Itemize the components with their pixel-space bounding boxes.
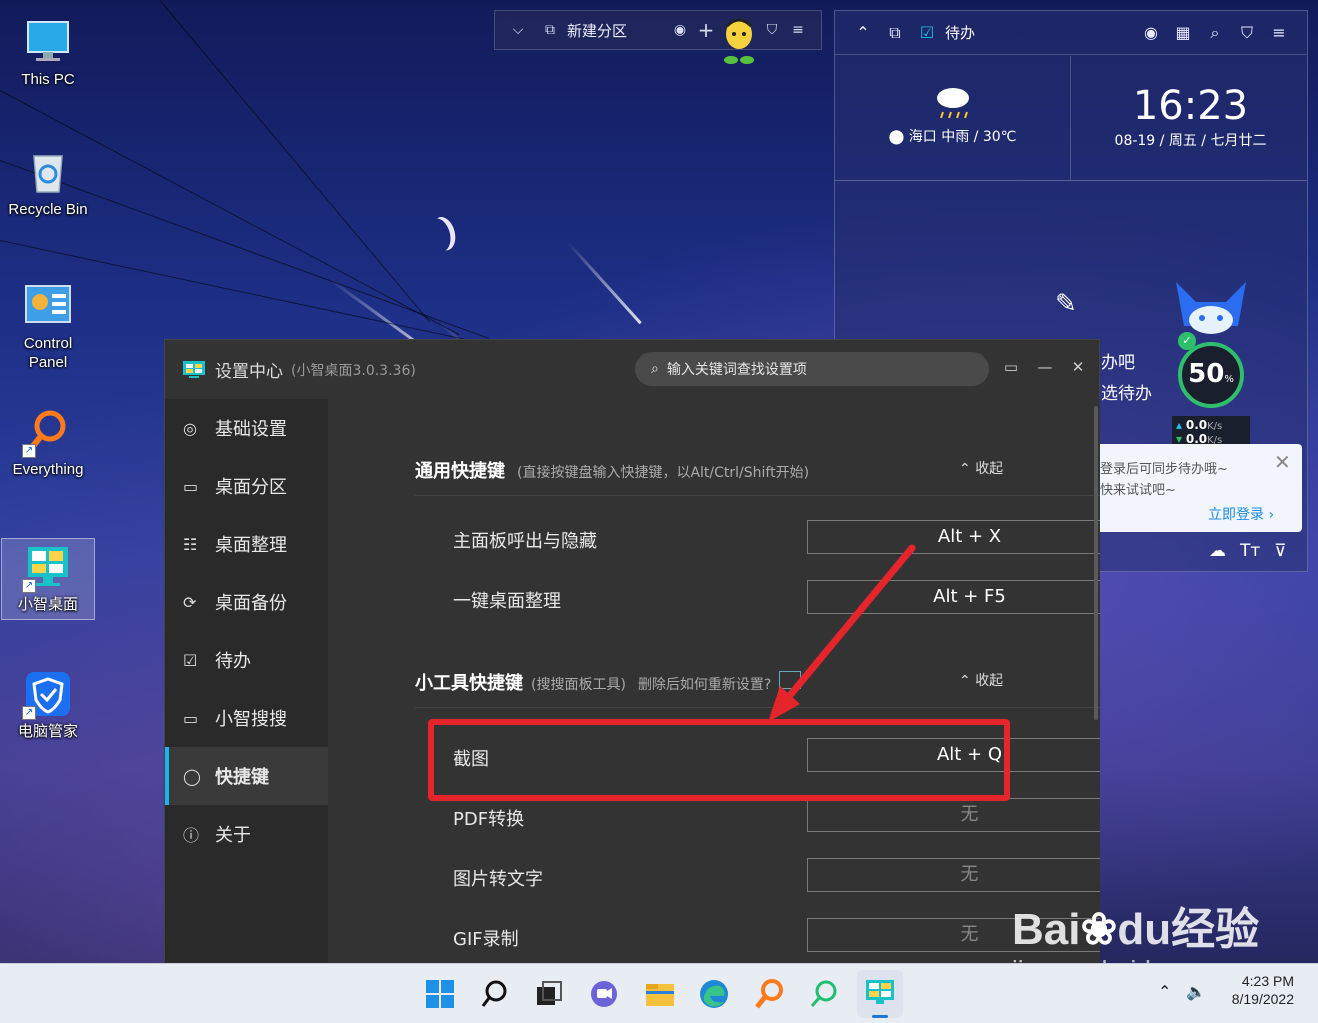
chevron-up-icon[interactable]: ⌃ xyxy=(1158,982,1171,1001)
active-app-indicator xyxy=(872,1015,888,1018)
taskbar: ⌃ 🔈 4:23 PM 8/19/2022 xyxy=(0,963,1318,1023)
search-tool-icon[interactable] xyxy=(808,978,840,1010)
watermark-brand-cn: 经验 xyxy=(1171,905,1260,954)
file-explorer-icon[interactable] xyxy=(644,978,676,1010)
tray-time: 4:23 PM xyxy=(1241,973,1294,989)
volume-icon[interactable]: 🔈 xyxy=(1186,982,1206,1001)
tray-date: 8/19/2022 xyxy=(1231,991,1294,1007)
tray-clock[interactable]: 4:23 PM 8/19/2022 xyxy=(1222,973,1294,1007)
watermark-brand: Bai xyxy=(1012,905,1081,954)
watermark-brand-du: du xyxy=(1117,905,1172,954)
xiaozhi-desktop-icon[interactable] xyxy=(864,978,896,1010)
everything-icon[interactable] xyxy=(753,978,785,1010)
task-view-icon[interactable] xyxy=(533,978,565,1010)
windows-start-icon[interactable] xyxy=(424,978,456,1010)
annotation-arrow-icon xyxy=(768,544,916,722)
edge-icon[interactable] xyxy=(698,978,730,1010)
chat-icon[interactable] xyxy=(588,978,620,1010)
paw-icon: ❀ xyxy=(1080,905,1118,954)
search-icon[interactable] xyxy=(479,978,511,1010)
